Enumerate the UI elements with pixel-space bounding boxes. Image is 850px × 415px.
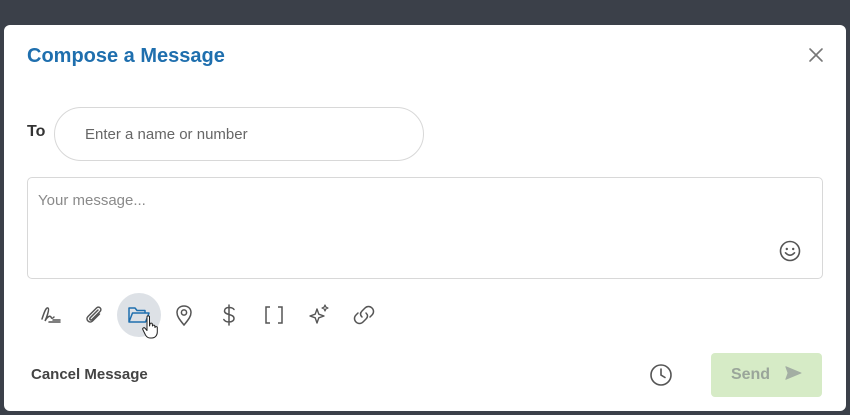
send-button[interactable]: Send <box>711 353 822 397</box>
map-pin-icon[interactable] <box>162 293 206 337</box>
close-icon[interactable] <box>805 44 827 66</box>
paper-plane-icon <box>784 364 802 387</box>
message-box <box>27 177 823 279</box>
sparkles-icon[interactable] <box>297 293 341 337</box>
recipient-input[interactable] <box>54 107 424 161</box>
clock-icon[interactable] <box>648 362 674 388</box>
dollar-icon[interactable] <box>207 293 251 337</box>
to-label: To <box>27 123 46 140</box>
signature-icon[interactable] <box>28 293 72 337</box>
message-input[interactable] <box>28 178 822 278</box>
paperclip-icon[interactable] <box>72 293 116 337</box>
send-label: Send <box>730 366 771 383</box>
smiley-icon[interactable] <box>778 239 802 263</box>
link-icon[interactable] <box>342 293 386 337</box>
compose-modal: Compose a Message To Enter a name or num… <box>4 25 846 411</box>
modal-title: Compose a Message <box>27 45 225 67</box>
brackets-icon[interactable] <box>252 293 296 337</box>
hand-cursor-icon <box>141 314 161 340</box>
cancel-message-button[interactable]: Cancel Message <box>31 366 148 383</box>
